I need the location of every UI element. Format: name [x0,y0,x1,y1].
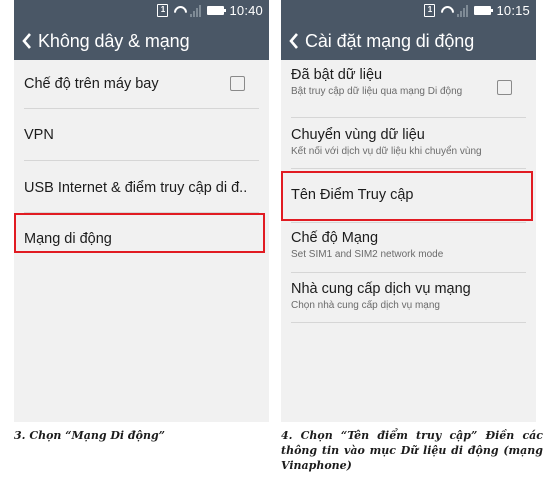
back-arrow-icon[interactable] [16,22,38,60]
divider [291,272,526,273]
row-description: Kết nối với dịch vụ dữ liệu khi chuyển v… [291,146,482,157]
wifi-icon [173,5,185,17]
highlight-mobile-network [14,213,265,253]
data-enabled-row[interactable]: Đã bật dữ liệu Bật truy cập dữ liệu qua … [291,67,481,98]
app-bar: Cài đặt mạng di động [281,22,536,60]
signal-icon [457,4,469,17]
sim-icon: 1 [424,4,436,17]
row-label: Chuyển vùng dữ liệu [291,127,425,143]
divider [291,222,526,223]
data-enabled-checkbox[interactable] [497,80,512,95]
network-operators-row[interactable]: Nhà cung cấp dịch vụ mạng Chọn nhà cung … [291,281,526,312]
page-title: Không dây & mạng [38,30,190,51]
wifi-icon [440,5,452,17]
page-title: Cài đặt mạng di động [305,30,475,51]
highlight-access-point-names [281,171,533,221]
usb-tethering-row[interactable]: USB Internet & điểm truy cập di đ.. [24,180,259,196]
airplane-mode-row[interactable]: Chế độ trên máy bay [24,76,259,92]
app-bar: Không dây & mạng [14,22,269,60]
status-bar: 1 10:15 [281,0,536,22]
battery-icon [207,6,227,15]
status-bar: 1 10:40 [14,0,269,22]
divider [291,322,526,323]
status-time: 10:15 [496,3,530,18]
row-label: Chế độ Mạng [291,230,379,246]
row-label: Chế độ trên máy bay [24,76,159,92]
divider [24,108,259,109]
divider [24,160,259,161]
row-label: Nhà cung cấp dịch vụ mạng [291,281,471,297]
data-roaming-row[interactable]: Chuyển vùng dữ liệu Kết nối với dịch vụ … [291,127,526,158]
airplane-mode-checkbox[interactable] [230,76,245,91]
back-arrow-icon[interactable] [283,22,305,60]
sim-icon: 1 [157,4,169,17]
row-label: VPN [24,127,54,143]
divider [291,117,526,118]
divider [291,168,526,169]
caption-step-4: 4. Chọn “Tên điểm truy cập” Điền các thô… [281,429,543,472]
row-label: Đã bật dữ liệu [291,67,383,83]
row-label: USB Internet & điểm truy cập di đ.. [24,180,248,196]
row-description: Bật truy cập dữ liệu qua mạng Di động [291,86,463,97]
battery-icon [474,6,494,15]
network-mode-row[interactable]: Chế độ Mạng Set SIM1 and SIM2 network mo… [291,230,526,261]
status-time: 10:40 [229,3,263,18]
caption-step-3: 3. Chọn “Mạng Di động” [14,429,165,442]
row-description: Set SIM1 and SIM2 network mode [291,249,444,260]
vpn-row[interactable]: VPN [24,127,259,143]
left-phone-screen: 1 10:40 Không dây & mạng Chế độ trên máy… [14,0,269,422]
signal-icon [190,4,202,17]
row-description: Chọn nhà cung cấp dịch vụ mạng [291,300,440,311]
